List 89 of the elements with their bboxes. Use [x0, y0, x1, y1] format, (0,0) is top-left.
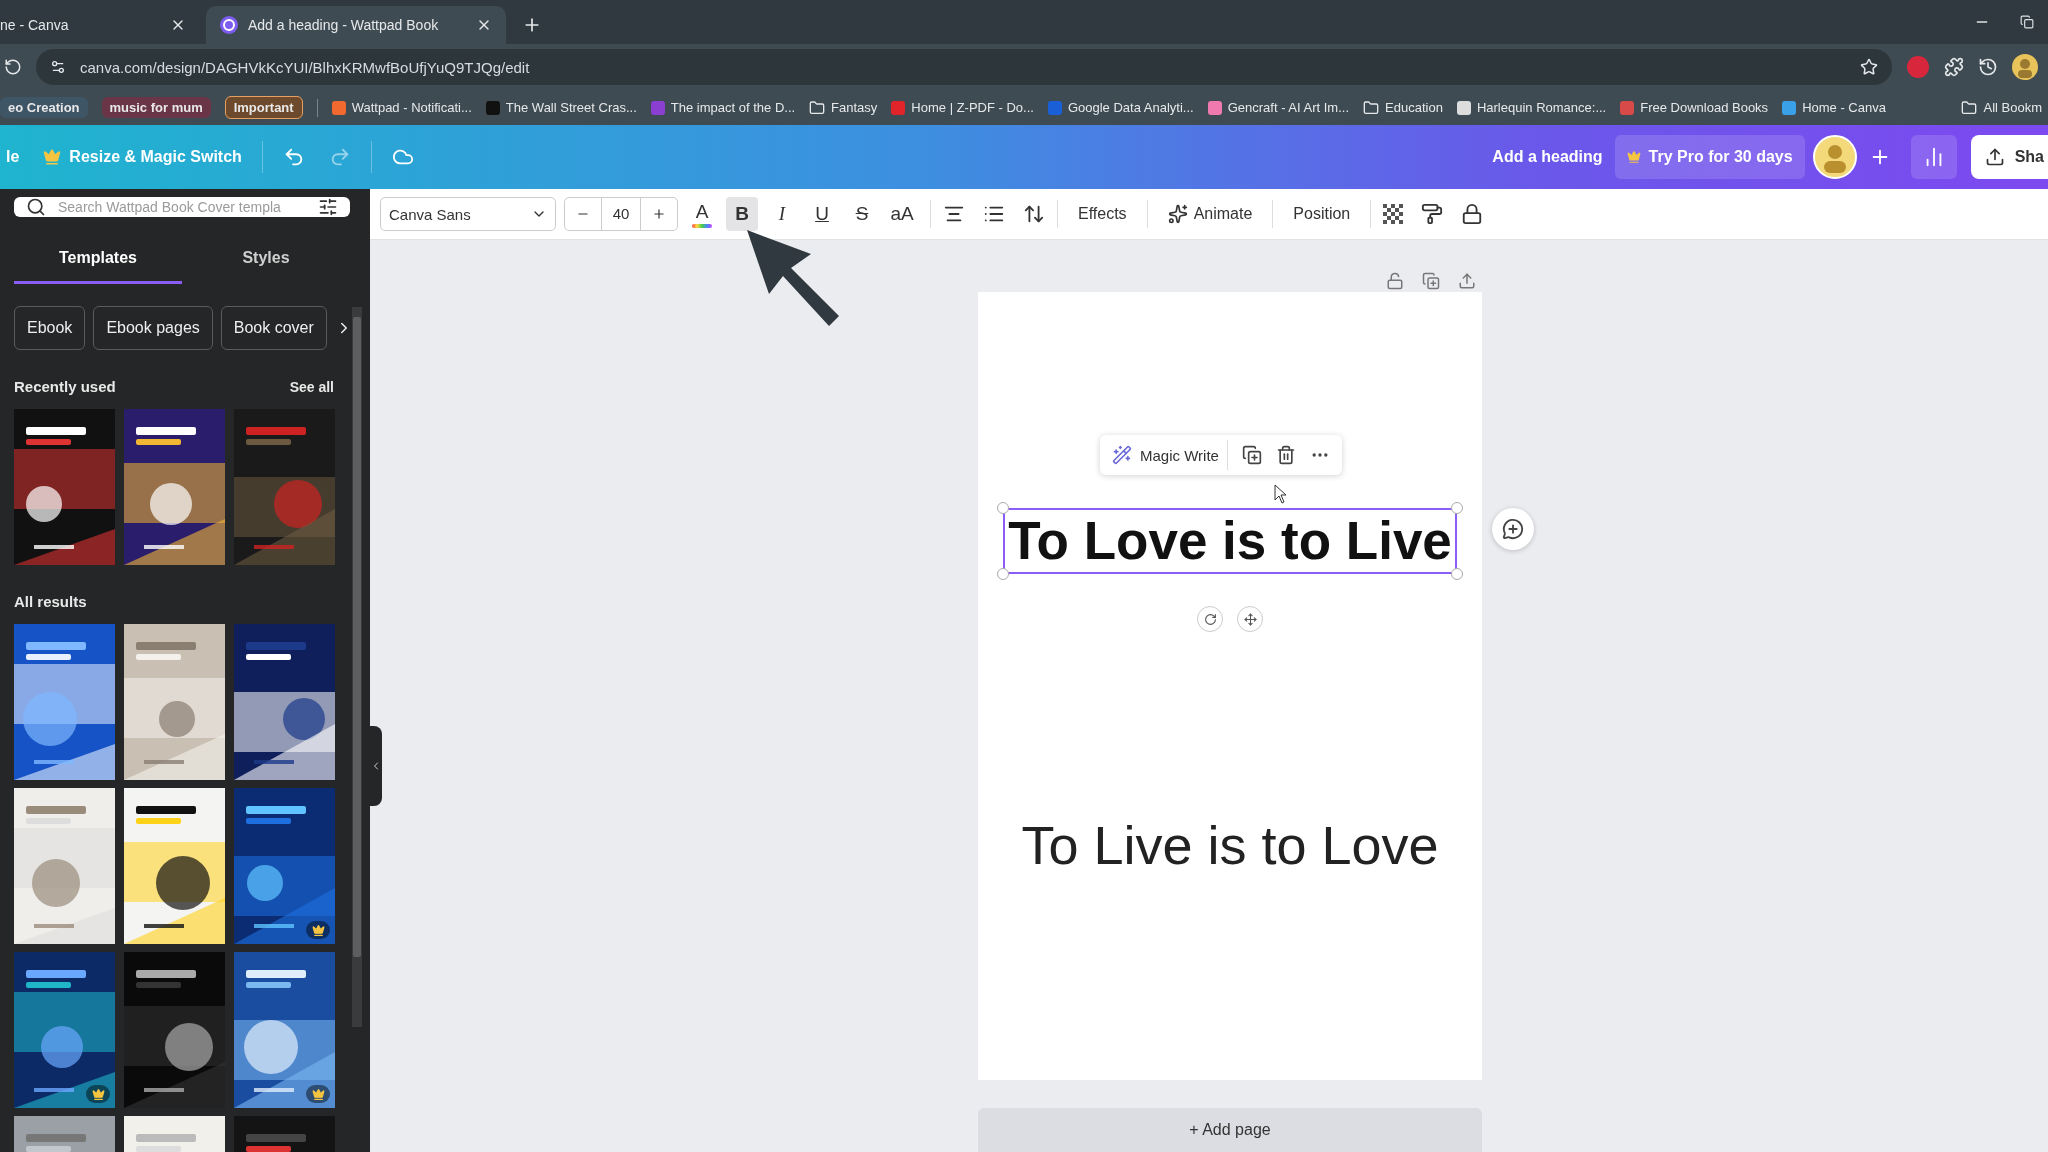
crown-icon: [91, 1087, 105, 1101]
rotate-handle[interactable]: [1197, 606, 1223, 632]
resize-handle[interactable]: [997, 568, 1010, 580]
collapse-panel-button[interactable]: [370, 726, 382, 806]
position-button[interactable]: Position: [1285, 205, 1359, 223]
heading-text[interactable]: To Love is to Live: [1005, 510, 1455, 572]
magic-write-button[interactable]: Magic Write: [1112, 440, 1228, 470]
panel-tab[interactable]: Templates: [14, 235, 182, 284]
bookmark-folder[interactable]: All Bookm: [1983, 100, 2042, 115]
folder-icon: [809, 99, 826, 116]
cursor-icon: [1274, 484, 1288, 504]
site-settings-icon[interactable]: [50, 59, 66, 75]
case-button[interactable]: aA: [886, 197, 918, 231]
bookmark-folder[interactable]: Education: [1385, 100, 1443, 115]
address-bar[interactable]: canva.com/design/DAGHVkKcYUI/BlhxKRMwfBoUfjYuQ9TJQg/edit: [36, 49, 1892, 85]
add-comment-button[interactable]: [1492, 508, 1534, 550]
browser-tab[interactable]: Add a heading - Wattpad Book: [206, 6, 506, 44]
resize-handle[interactable]: [1450, 502, 1463, 514]
crown-icon: [43, 148, 62, 166]
duplicate-page-icon[interactable]: [1422, 272, 1440, 290]
move-icon: [1243, 612, 1257, 626]
bookmark-link[interactable]: The Wall Street Cras...: [505, 100, 637, 115]
underline-button[interactable]: U: [806, 197, 838, 231]
move-handle[interactable]: [1237, 606, 1263, 632]
search-icon: [26, 197, 46, 217]
copy-style-icon[interactable]: [1421, 203, 1444, 225]
design-title[interactable]: Add a heading: [1480, 135, 1615, 179]
reload-icon[interactable]: [4, 58, 22, 76]
rotate-icon: [1203, 612, 1217, 626]
filter-icon[interactable]: [318, 197, 338, 217]
browser-tab[interactable]: ne - Canva: [0, 6, 200, 44]
extensions-icon[interactable]: [1944, 57, 1964, 77]
bookmark-link[interactable]: Harlequin Romance:...: [1476, 100, 1607, 115]
spacing-icon[interactable]: [1023, 203, 1045, 225]
pro-button[interactable]: Try Pro for 30 days: [1614, 135, 1805, 179]
strike-button[interactable]: S: [846, 197, 878, 231]
bookmark-link[interactable]: The impact of the D...: [670, 100, 796, 115]
scrollbar[interactable]: [352, 307, 362, 1027]
duplicate-icon[interactable]: [1241, 445, 1262, 465]
add-page-icon[interactable]: [1458, 272, 1476, 290]
bookmark-link[interactable]: Wattpad - Notificati...: [351, 100, 472, 115]
crown-icon: [1626, 150, 1641, 164]
section-title: Recently used: [14, 378, 116, 395]
category-chip[interactable]: Book cover: [220, 306, 327, 350]
search-field[interactable]: Search Wattpad Book Cover templa: [14, 197, 350, 217]
history-icon[interactable]: [1978, 57, 1998, 77]
folder-icon: [1363, 99, 1380, 116]
plus-icon: [652, 207, 666, 221]
bookmark-link[interactable]: Home | Z-PDF - Do...: [911, 100, 1034, 115]
text-color-button[interactable]: A: [686, 197, 718, 231]
add-page-button[interactable]: + Add page: [978, 1108, 1482, 1152]
category-chip[interactable]: Ebook: [14, 306, 86, 350]
crown-icon: [311, 1087, 325, 1101]
bookmark-star-icon[interactable]: [1860, 58, 1878, 76]
folder-icon: [1961, 99, 1978, 116]
category-chip[interactable]: Ebook pages: [93, 306, 213, 350]
upload-icon: [1984, 147, 2005, 167]
profile-avatar-icon[interactable]: [2012, 54, 2038, 80]
effects-button[interactable]: Effects: [1070, 205, 1135, 223]
italic-button[interactable]: I: [766, 197, 798, 231]
delete-icon[interactable]: [1275, 445, 1296, 465]
comment-icon: [1502, 518, 1524, 540]
resize-handle[interactable]: [997, 502, 1010, 514]
font-dropdown[interactable]: Canva Sans: [380, 197, 556, 231]
bold-button[interactable]: B: [726, 197, 758, 231]
restore-icon[interactable]: [2020, 15, 2034, 29]
bookmark-group[interactable]: music for mum: [101, 97, 211, 118]
bookmark-group[interactable]: eo Creation: [0, 97, 88, 118]
sparkles-icon: [1167, 204, 1188, 224]
animate-button[interactable]: Animate: [1159, 204, 1261, 224]
section-title: All results: [14, 593, 87, 610]
lock-icon[interactable]: [1461, 203, 1484, 225]
see-all-link[interactable]: See all: [289, 378, 334, 395]
bookmark-link[interactable]: Gencraft - AI Art Im...: [1227, 100, 1350, 115]
share-button[interactable]: Sha: [1970, 135, 2048, 179]
bookmark-group[interactable]: Important: [224, 96, 303, 119]
panel-tab[interactable]: Styles: [182, 235, 350, 284]
resize-handle[interactable]: [1450, 568, 1463, 580]
insights-button[interactable]: [1910, 135, 1957, 179]
transparency-icon[interactable]: [1383, 204, 1404, 224]
body-text[interactable]: To Live is to Love: [1019, 812, 1441, 878]
avatar-icon[interactable]: [1812, 135, 1857, 179]
font-size-field[interactable]: 40: [564, 197, 678, 231]
bookmark-folder[interactable]: Fantasy: [831, 100, 878, 115]
bookmark-link[interactable]: Home - Canva: [1802, 100, 1886, 115]
magic-wand-icon: [1112, 445, 1132, 465]
bookmark-link[interactable]: Free Download Books: [1640, 100, 1769, 115]
bookmark-link[interactable]: Google Data Analyti...: [1067, 100, 1194, 115]
crown-icon: [311, 923, 325, 937]
